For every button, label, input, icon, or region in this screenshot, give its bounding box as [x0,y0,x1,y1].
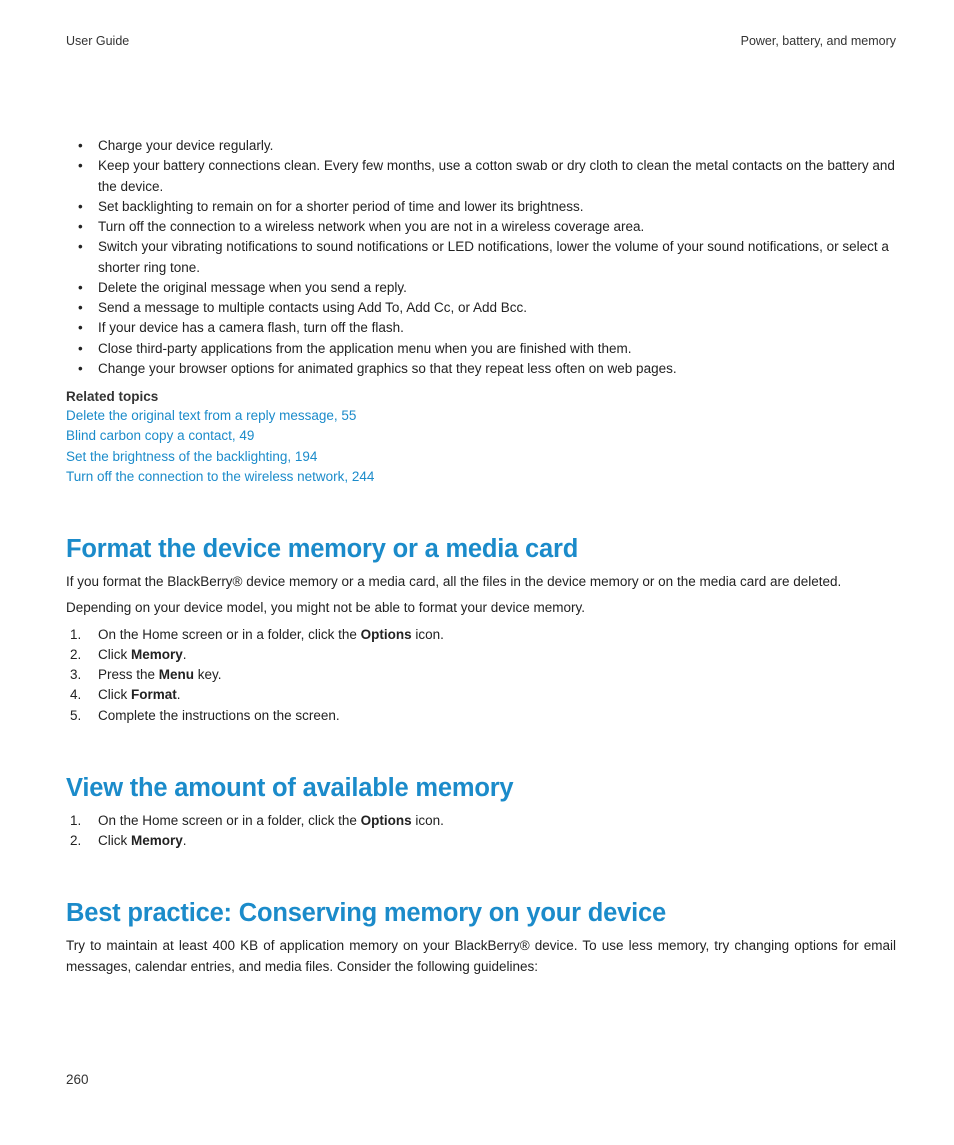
page: User Guide Power, battery, and memory Ch… [0,0,954,1145]
related-link[interactable]: Set the brightness of the backlighting, … [66,447,896,467]
related-links: Delete the original text from a reply me… [66,406,896,487]
list-item: Close third-party applications from the … [66,339,896,359]
page-header: User Guide Power, battery, and memory [66,34,896,48]
related-link[interactable]: Delete the original text from a reply me… [66,406,896,426]
step: Press the Menu key. [66,665,896,685]
format-steps: On the Home screen or in a folder, click… [66,625,896,726]
tips-list: Charge your device regularly. Keep your … [66,136,896,379]
section-title-format: Format the device memory or a media card [66,535,896,564]
step: On the Home screen or in a folder, click… [66,811,896,831]
related-topics-heading: Related topics [66,389,896,404]
list-item: Charge your device regularly. [66,136,896,156]
list-item: Keep your battery connections clean. Eve… [66,156,896,197]
header-right: Power, battery, and memory [741,34,896,48]
step: Click Format. [66,685,896,705]
step: Complete the instructions on the screen. [66,706,896,726]
section-title-view-memory: View the amount of available memory [66,774,896,803]
list-item: Switch your vibrating notifications to s… [66,237,896,278]
paragraph: Depending on your device model, you migh… [66,598,896,618]
paragraph: If you format the BlackBerry® device mem… [66,572,896,592]
paragraph: Try to maintain at least 400 KB of appli… [66,936,896,977]
step: On the Home screen or in a folder, click… [66,625,896,645]
list-item: Send a message to multiple contacts usin… [66,298,896,318]
section-title-best-practice: Best practice: Conserving memory on your… [66,899,896,928]
list-item: Delete the original message when you sen… [66,278,896,298]
page-number: 260 [66,1072,89,1087]
header-left: User Guide [66,34,129,48]
related-link[interactable]: Blind carbon copy a contact, 49 [66,426,896,446]
step: Click Memory. [66,831,896,851]
list-item: Turn off the connection to a wireless ne… [66,217,896,237]
list-item: If your device has a camera flash, turn … [66,318,896,338]
list-item: Change your browser options for animated… [66,359,896,379]
related-link[interactable]: Turn off the connection to the wireless … [66,467,896,487]
list-item: Set backlighting to remain on for a shor… [66,197,896,217]
view-steps: On the Home screen or in a folder, click… [66,811,896,852]
step: Click Memory. [66,645,896,665]
